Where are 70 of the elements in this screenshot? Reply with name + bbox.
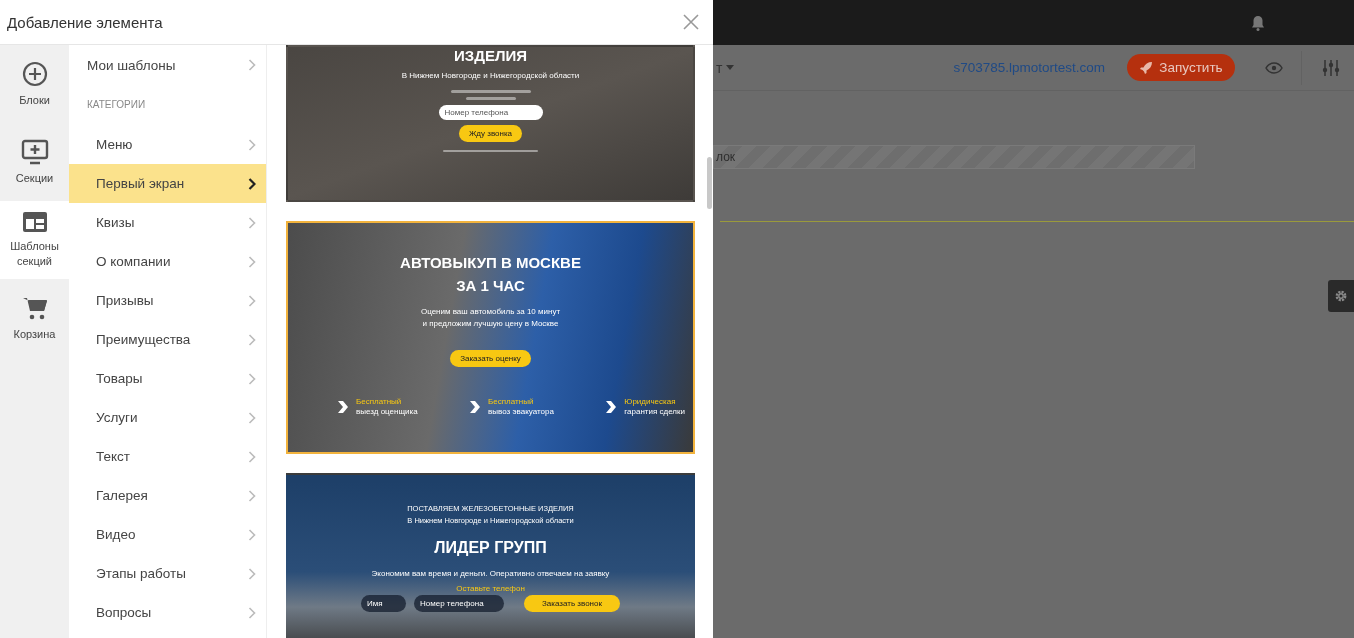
chevron-icon xyxy=(604,400,619,414)
preview-heading: ИЗДЕЛИЯ xyxy=(454,47,527,65)
preview-subtitle: Оценим ваш автомобиль за 10 минут и предложим лучшую цену в Москве xyxy=(420,306,561,330)
category-item[interactable]: Преимущества xyxy=(69,320,266,359)
category-item[interactable]: Этапы работы xyxy=(69,554,266,593)
category-item[interactable]: Призывы xyxy=(69,281,266,320)
preview-heading: ЛИДЕР ГРУПП xyxy=(434,539,547,557)
rail-item[interactable]: Блоки xyxy=(0,45,69,123)
settings-icon xyxy=(1334,289,1348,303)
category-item[interactable]: Вопросы xyxy=(69,593,266,632)
dialog-title: Добавление элемента xyxy=(7,13,163,31)
chevron-right-icon xyxy=(248,59,256,71)
caret-icon xyxy=(726,65,735,70)
category-item[interactable]: Видео xyxy=(69,515,266,554)
category-item[interactable]: Товары xyxy=(69,359,266,398)
preview-heading: АВТОВЫКУП В МОСКВЕ ЗА 1 ЧАС xyxy=(400,253,581,296)
chevron-right-icon xyxy=(248,138,256,151)
chevron-icon xyxy=(468,400,483,414)
chevron-right-icon xyxy=(248,294,256,307)
preview-feature-text: Бесплатный вывоз эвакуатора xyxy=(488,397,554,417)
layout-icon xyxy=(21,211,48,233)
preview-input-field: Номер телефона xyxy=(438,105,543,120)
chevron-right-icon xyxy=(248,411,256,424)
bell-icon[interactable] xyxy=(1251,14,1265,31)
preview-feature-text: Юридическая гарантия сделки xyxy=(624,397,685,417)
template-preview[interactable]: АВТОВЫКУП В МОСКВЕ ЗА 1 ЧАС Оценим ваш автомобиль за 10 минут и предложим лучшую цену в Москве Заказать оценку Бесплатный выезд оценщика Бесплатный вывоз эвакуатора Юридическая гарантия сделки xyxy=(286,221,695,454)
blurred-text-line xyxy=(465,97,516,100)
chevron-right-icon xyxy=(248,216,256,229)
category-item[interactable]: Галерея xyxy=(69,476,266,515)
settings-button[interactable] xyxy=(1328,280,1354,312)
close-button[interactable] xyxy=(681,12,701,32)
chevron-right-icon xyxy=(248,372,256,385)
preview-button: Заказать оценку xyxy=(450,350,531,367)
eye-icon[interactable] xyxy=(1265,61,1283,74)
category-item[interactable]: О компании xyxy=(69,242,266,281)
chevron-right-icon xyxy=(248,450,256,463)
chevron-right-icon xyxy=(248,528,256,541)
chevron-icon xyxy=(336,400,350,414)
category-item[interactable]: Первый экран xyxy=(69,164,266,203)
preview-text: Экономим вам время и деньги. Оперативно отвечаем на заявку xyxy=(371,569,610,578)
sliders-icon[interactable] xyxy=(1322,58,1340,77)
category-item[interactable]: Текст xyxy=(69,437,266,476)
monitor-plus-icon xyxy=(20,138,49,165)
category-item[interactable]: Меню xyxy=(69,125,266,164)
rail-item[interactable]: Секции xyxy=(0,123,69,201)
scrollbar[interactable] xyxy=(707,157,712,209)
rail-item[interactable]: Шаблоны секций xyxy=(0,201,69,279)
chevron-right-icon xyxy=(248,606,256,619)
preview-subtitle: В Нижнем Новгороде и Нижегородской области xyxy=(401,71,580,80)
chevron-right-icon xyxy=(248,333,256,346)
plus-circle-icon xyxy=(21,60,48,87)
chevron-right-icon xyxy=(248,255,256,268)
category-item[interactable]: Мои шаблоны xyxy=(69,45,266,85)
preview-feature-text: Бесплатный выезд оценщика xyxy=(356,397,418,417)
preview-button: Жду звонка xyxy=(458,125,523,142)
close-icon xyxy=(683,14,699,30)
template-preview[interactable]: ИЗДЕЛИЯ В Нижнем Новгороде и Нижегородской области Номер телефона Жду звонка xyxy=(286,45,695,202)
chevron-right-icon xyxy=(248,177,256,190)
section-heading: КАТЕГОРИИ xyxy=(86,98,147,112)
preview-prompt: Оставьте телефон xyxy=(456,584,525,593)
chevron-right-icon xyxy=(248,489,256,502)
category-item[interactable]: Квизы xyxy=(69,203,266,242)
launch-button[interactable]: Запустить xyxy=(1127,54,1235,81)
preview-input-field: Имя xyxy=(361,595,406,612)
rocket-icon xyxy=(1139,60,1154,75)
preview-input-field: Номер телефона xyxy=(414,595,504,612)
preview-button: Заказать звонок xyxy=(524,595,620,612)
chevron-right-icon xyxy=(248,567,256,580)
rail-item[interactable]: Корзина xyxy=(0,279,69,357)
category-item[interactable]: Услуги xyxy=(69,398,266,437)
